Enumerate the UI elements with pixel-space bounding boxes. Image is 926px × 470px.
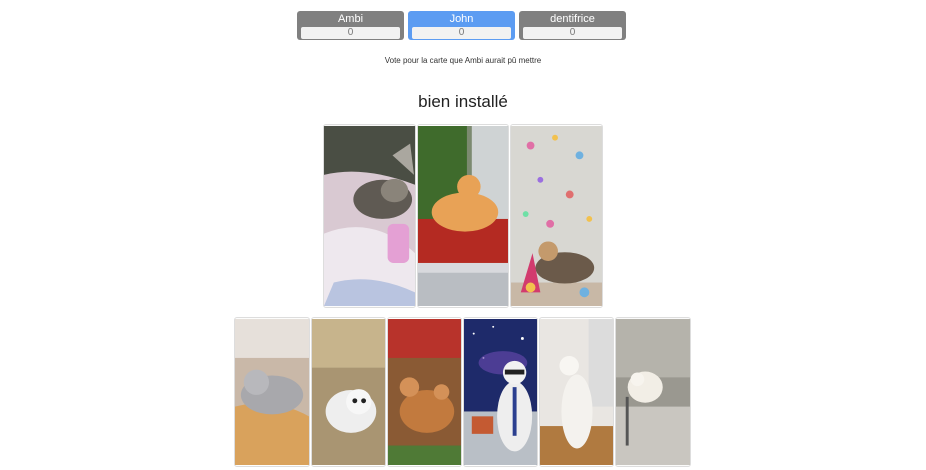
player-name: John — [449, 13, 474, 25]
hand-card-6[interactable] — [615, 317, 691, 467]
table-card-3[interactable] — [510, 124, 603, 308]
player-card-dentifrice: dentifrice 0 — [519, 11, 626, 40]
cat-with-confetti-image — [511, 125, 602, 307]
hand-card-1[interactable] — [234, 317, 310, 467]
orange-cat-in-red-tray-image — [418, 126, 508, 306]
hand-card-4[interactable] — [463, 317, 538, 467]
player-card-ambi: Ambi 0 — [297, 11, 404, 40]
player-score: 0 — [412, 27, 511, 39]
cat-on-back-in-grass-image — [388, 319, 461, 465]
player-card-john: John 0 — [408, 11, 515, 40]
player-name: Ambi — [337, 13, 364, 25]
white-cat-standing-image — [540, 319, 613, 465]
grey-kitten-sleeping-image — [235, 318, 309, 466]
table-card-2[interactable] — [417, 124, 509, 308]
clue-text: bien installé — [418, 92, 508, 111]
cat-sleeping-in-blanket-image — [324, 125, 415, 307]
player-name: dentifrice — [550, 13, 595, 25]
hand-card-3[interactable] — [387, 317, 462, 467]
hand-card-5[interactable] — [539, 317, 614, 467]
table-card-1[interactable] — [323, 124, 416, 308]
vote-instruction: Vote pour la carte que Ambi aurait pû me… — [384, 56, 542, 65]
white-kitten-on-sofa-image — [312, 319, 385, 465]
fluffy-cat-on-carpet-image — [616, 318, 690, 466]
hand-card-2[interactable] — [311, 317, 386, 467]
cat-with-glasses-in-space-image — [464, 319, 537, 465]
player-score: 0 — [301, 27, 400, 39]
player-score: 0 — [523, 27, 622, 39]
scoreboard: Ambi 0 John 0 dentifrice 0 — [297, 11, 626, 40]
